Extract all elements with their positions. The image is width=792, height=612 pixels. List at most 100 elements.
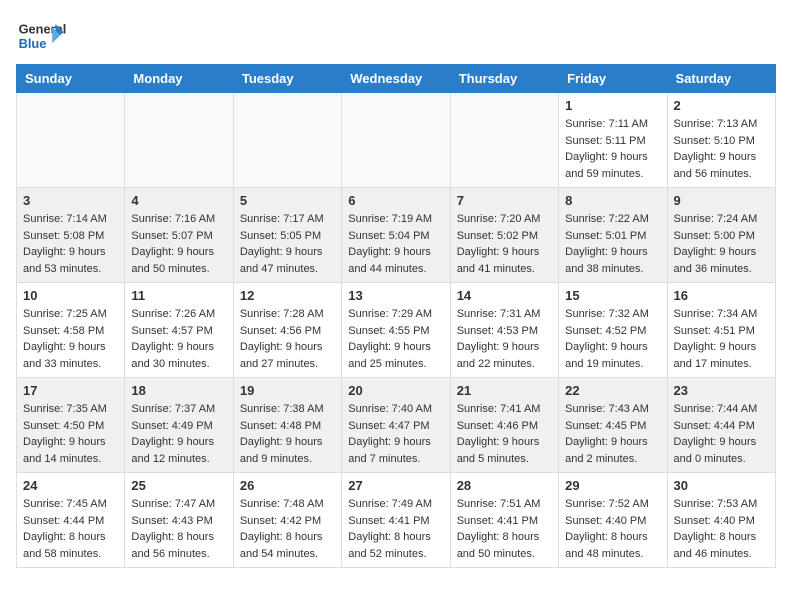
day-info: Sunrise: 7:49 AMSunset: 4:41 PMDaylight:… bbox=[348, 496, 443, 562]
calendar-cell: 27 Sunrise: 7:49 AMSunset: 4:41 PMDayligh… bbox=[342, 473, 450, 568]
calendar-table: SundayMondayTuesdayWednesdayThursdayFrid… bbox=[16, 64, 776, 568]
calendar-cell: 10 Sunrise: 7:25 AMSunset: 4:58 PMDayligh… bbox=[17, 283, 125, 378]
day-number: 9 bbox=[674, 193, 769, 208]
day-number: 17 bbox=[23, 383, 118, 398]
day-number: 5 bbox=[240, 193, 335, 208]
calendar-cell: 14 Sunrise: 7:31 AMSunset: 4:53 PMDayligh… bbox=[450, 283, 558, 378]
day-info: Sunrise: 7:17 AMSunset: 5:05 PMDaylight:… bbox=[240, 211, 335, 277]
calendar-header-row: SundayMondayTuesdayWednesdayThursdayFrid… bbox=[17, 65, 776, 93]
day-info: Sunrise: 7:41 AMSunset: 4:46 PMDaylight:… bbox=[457, 401, 552, 467]
calendar-cell bbox=[342, 93, 450, 188]
calendar-cell: 5 Sunrise: 7:17 AMSunset: 5:05 PMDaylight… bbox=[233, 188, 341, 283]
calendar-cell bbox=[125, 93, 233, 188]
day-number: 18 bbox=[131, 383, 226, 398]
calendar-cell: 6Sunrise: 7:19 AMSunset: 5:04 PMDaylight… bbox=[342, 188, 450, 283]
day-number: 30 bbox=[674, 478, 769, 493]
day-number: 14 bbox=[457, 288, 552, 303]
calendar-cell: 20 Sunrise: 7:40 AMSunset: 4:47 PMDayligh… bbox=[342, 378, 450, 473]
day-number: 27 bbox=[348, 478, 443, 493]
day-number: 28 bbox=[457, 478, 552, 493]
day-info: Sunrise: 7:14 AMSunset: 5:08 PMDaylight:… bbox=[23, 211, 118, 277]
day-info: Sunrise: 7:45 AMSunset: 4:44 PMDaylight:… bbox=[23, 496, 118, 562]
day-number: 22 bbox=[565, 383, 660, 398]
day-info: Sunrise: 7:13 AMSunset: 5:10 PMDaylight:… bbox=[674, 116, 769, 182]
day-info: Sunrise: 7:29 AMSunset: 4:55 PMDaylight:… bbox=[348, 306, 443, 372]
day-info: Sunrise: 7:26 AMSunset: 4:57 PMDaylight:… bbox=[131, 306, 226, 372]
day-number: 20 bbox=[348, 383, 443, 398]
calendar-cell: 25 Sunrise: 7:47 AMSunset: 4:43 PMDayligh… bbox=[125, 473, 233, 568]
calendar-cell: 4 Sunrise: 7:16 AMSunset: 5:07 PMDaylight… bbox=[125, 188, 233, 283]
day-info: Sunrise: 7:34 AMSunset: 4:51 PMDaylight:… bbox=[674, 306, 769, 372]
weekday-header: Friday bbox=[559, 65, 667, 93]
day-number: 26 bbox=[240, 478, 335, 493]
day-number: 1 bbox=[565, 98, 660, 113]
calendar-cell: 23 Sunrise: 7:44 AMSunset: 4:44 PMDayligh… bbox=[667, 378, 775, 473]
day-number: 3 bbox=[23, 193, 118, 208]
day-info: Sunrise: 7:20 AMSunset: 5:02 PMDaylight:… bbox=[457, 211, 552, 277]
day-number: 13 bbox=[348, 288, 443, 303]
calendar-week-row: 17Sunrise: 7:35 AMSunset: 4:50 PMDayligh… bbox=[17, 378, 776, 473]
day-number: 25 bbox=[131, 478, 226, 493]
calendar-cell: 28 Sunrise: 7:51 AMSunset: 4:41 PMDayligh… bbox=[450, 473, 558, 568]
day-info: Sunrise: 7:19 AMSunset: 5:04 PMDaylight:… bbox=[348, 211, 443, 277]
day-number: 2 bbox=[674, 98, 769, 113]
day-info: Sunrise: 7:28 AMSunset: 4:56 PMDaylight:… bbox=[240, 306, 335, 372]
calendar-cell: 17Sunrise: 7:35 AMSunset: 4:50 PMDayligh… bbox=[17, 378, 125, 473]
weekday-header: Thursday bbox=[450, 65, 558, 93]
calendar-week-row: 3 Sunrise: 7:14 AMSunset: 5:08 PMDaylight… bbox=[17, 188, 776, 283]
calendar-cell: 1 Sunrise: 7:11 AMSunset: 5:11 PMDaylight… bbox=[559, 93, 667, 188]
day-info: Sunrise: 7:25 AMSunset: 4:58 PMDaylight:… bbox=[23, 306, 118, 372]
calendar-cell: 19 Sunrise: 7:38 AMSunset: 4:48 PMDayligh… bbox=[233, 378, 341, 473]
calendar-cell: 13 Sunrise: 7:29 AMSunset: 4:55 PMDayligh… bbox=[342, 283, 450, 378]
svg-text:Blue: Blue bbox=[19, 36, 47, 51]
day-number: 12 bbox=[240, 288, 335, 303]
day-info: Sunrise: 7:53 AMSunset: 4:40 PMDaylight:… bbox=[674, 496, 769, 562]
weekday-header: Monday bbox=[125, 65, 233, 93]
day-info: Sunrise: 7:31 AMSunset: 4:53 PMDaylight:… bbox=[457, 306, 552, 372]
day-number: 11 bbox=[131, 288, 226, 303]
day-number: 4 bbox=[131, 193, 226, 208]
calendar-cell: 29 Sunrise: 7:52 AMSunset: 4:40 PMDayligh… bbox=[559, 473, 667, 568]
calendar-cell: 3 Sunrise: 7:14 AMSunset: 5:08 PMDaylight… bbox=[17, 188, 125, 283]
calendar-cell: 12 Sunrise: 7:28 AMSunset: 4:56 PMDayligh… bbox=[233, 283, 341, 378]
day-info: Sunrise: 7:51 AMSunset: 4:41 PMDaylight:… bbox=[457, 496, 552, 562]
day-info: Sunrise: 7:43 AMSunset: 4:45 PMDaylight:… bbox=[565, 401, 660, 467]
day-number: 29 bbox=[565, 478, 660, 493]
calendar-cell bbox=[17, 93, 125, 188]
day-number: 19 bbox=[240, 383, 335, 398]
calendar-cell: 24Sunrise: 7:45 AMSunset: 4:44 PMDayligh… bbox=[17, 473, 125, 568]
day-info: Sunrise: 7:52 AMSunset: 4:40 PMDaylight:… bbox=[565, 496, 660, 562]
weekday-header: Wednesday bbox=[342, 65, 450, 93]
day-info: Sunrise: 7:40 AMSunset: 4:47 PMDaylight:… bbox=[348, 401, 443, 467]
calendar-cell: 9 Sunrise: 7:24 AMSunset: 5:00 PMDaylight… bbox=[667, 188, 775, 283]
logo: General Blue bbox=[16, 16, 66, 56]
day-info: Sunrise: 7:24 AMSunset: 5:00 PMDaylight:… bbox=[674, 211, 769, 277]
day-info: Sunrise: 7:37 AMSunset: 4:49 PMDaylight:… bbox=[131, 401, 226, 467]
calendar-cell: 21Sunrise: 7:41 AMSunset: 4:46 PMDayligh… bbox=[450, 378, 558, 473]
day-info: Sunrise: 7:16 AMSunset: 5:07 PMDaylight:… bbox=[131, 211, 226, 277]
calendar-cell: 2 Sunrise: 7:13 AMSunset: 5:10 PMDaylight… bbox=[667, 93, 775, 188]
day-number: 23 bbox=[674, 383, 769, 398]
calendar-cell: 22 Sunrise: 7:43 AMSunset: 4:45 PMDayligh… bbox=[559, 378, 667, 473]
calendar-cell bbox=[450, 93, 558, 188]
calendar-cell: 30 Sunrise: 7:53 AMSunset: 4:40 PMDayligh… bbox=[667, 473, 775, 568]
day-number: 15 bbox=[565, 288, 660, 303]
weekday-header: Tuesday bbox=[233, 65, 341, 93]
day-info: Sunrise: 7:47 AMSunset: 4:43 PMDaylight:… bbox=[131, 496, 226, 562]
day-info: Sunrise: 7:38 AMSunset: 4:48 PMDaylight:… bbox=[240, 401, 335, 467]
calendar-week-row: 1 Sunrise: 7:11 AMSunset: 5:11 PMDaylight… bbox=[17, 93, 776, 188]
day-info: Sunrise: 7:32 AMSunset: 4:52 PMDaylight:… bbox=[565, 306, 660, 372]
calendar-cell: 8 Sunrise: 7:22 AMSunset: 5:01 PMDaylight… bbox=[559, 188, 667, 283]
day-number: 8 bbox=[565, 193, 660, 208]
calendar-cell: 18 Sunrise: 7:37 AMSunset: 4:49 PMDayligh… bbox=[125, 378, 233, 473]
day-info: Sunrise: 7:44 AMSunset: 4:44 PMDaylight:… bbox=[674, 401, 769, 467]
day-info: Sunrise: 7:11 AMSunset: 5:11 PMDaylight:… bbox=[565, 116, 660, 182]
day-number: 10 bbox=[23, 288, 118, 303]
header: General Blue bbox=[16, 16, 776, 56]
day-info: Sunrise: 7:48 AMSunset: 4:42 PMDaylight:… bbox=[240, 496, 335, 562]
calendar-cell: 15 Sunrise: 7:32 AMSunset: 4:52 PMDayligh… bbox=[559, 283, 667, 378]
weekday-header: Saturday bbox=[667, 65, 775, 93]
day-number: 16 bbox=[674, 288, 769, 303]
day-info: Sunrise: 7:22 AMSunset: 5:01 PMDaylight:… bbox=[565, 211, 660, 277]
calendar-cell: 11 Sunrise: 7:26 AMSunset: 4:57 PMDayligh… bbox=[125, 283, 233, 378]
